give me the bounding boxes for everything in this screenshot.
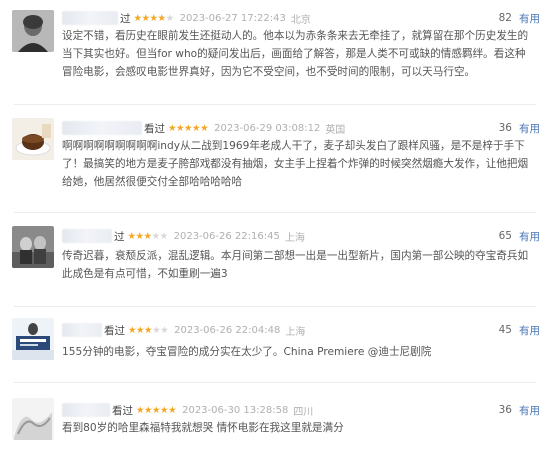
star-icon: ★ bbox=[165, 12, 175, 24]
review-header: 看过 ★★★★★ 2023-06-29 03:08:12 英国 36 有用 bbox=[62, 119, 540, 137]
star-icon: ★★ bbox=[152, 324, 169, 336]
location: 北京 bbox=[290, 14, 311, 26]
username[interactable] bbox=[62, 121, 142, 135]
watched-label: 看过 bbox=[112, 404, 133, 417]
rating-stars: ★★★★★ bbox=[127, 230, 169, 242]
username[interactable] bbox=[62, 323, 102, 337]
rating-stars: ★★★★★ bbox=[136, 404, 177, 416]
avatar[interactable] bbox=[12, 398, 54, 440]
review-header: 看过 ★★★★★ 2023-06-26 22:04:48 上海 45 有用 bbox=[62, 321, 540, 339]
avatar[interactable] bbox=[12, 318, 54, 360]
avatar[interactable] bbox=[12, 226, 54, 268]
timestamp: 2023-06-26 22:16:45 bbox=[173, 230, 280, 242]
rating-stars: ★★★★★ bbox=[133, 12, 175, 24]
timestamp: 2023-06-29 03:08:12 bbox=[214, 122, 321, 134]
review-content: 啊啊啊啊啊啊啊啊啊indy从二战到1969年老成人干了，麦子却头发白了跟样风骚，… bbox=[62, 140, 529, 188]
star-icon: ★★ bbox=[151, 230, 169, 242]
vote-count: 36 bbox=[498, 122, 512, 134]
star-icon: ★★★★ bbox=[133, 12, 167, 24]
location: 四川 bbox=[293, 406, 314, 418]
star-icon: ★★★★★ bbox=[168, 122, 209, 134]
review-content: 155分钟的电影，夺宝冒险的成分实在太少了。China Premiere @迪士… bbox=[62, 346, 432, 358]
star-icon: ★★★★★ bbox=[136, 404, 177, 416]
review-header: 过 ★★★★★ 2023-06-26 22:16:45 上海 65 有用 bbox=[62, 227, 540, 245]
rating-stars: ★★★★★ bbox=[128, 324, 169, 336]
avatar[interactable] bbox=[12, 10, 54, 52]
location: 上海 bbox=[285, 326, 306, 338]
watched-label: 过 bbox=[120, 12, 131, 25]
divider bbox=[14, 306, 536, 307]
star-icon: ★★★ bbox=[127, 230, 153, 242]
vote-count: 65 bbox=[498, 230, 512, 242]
location: 上海 bbox=[284, 232, 305, 244]
username[interactable] bbox=[62, 229, 112, 243]
username[interactable] bbox=[62, 403, 110, 417]
divider bbox=[14, 382, 536, 383]
rating-stars: ★★★★★ bbox=[168, 122, 209, 134]
vote-count: 82 bbox=[498, 12, 512, 24]
vote-count: 45 bbox=[498, 324, 512, 336]
useful-button[interactable]: 有用 bbox=[519, 403, 540, 418]
vote-count: 36 bbox=[498, 404, 512, 416]
watched-label: 看过 bbox=[144, 122, 165, 135]
timestamp: 2023-06-27 17:22:43 bbox=[179, 12, 286, 24]
review-header: 过 ★★★★★ 2023-06-27 17:22:43 北京 82 有用 bbox=[62, 9, 540, 27]
timestamp: 2023-06-30 13:28:58 bbox=[182, 404, 289, 416]
location: 英国 bbox=[325, 124, 346, 136]
avatar[interactable] bbox=[12, 118, 54, 160]
watched-label: 看过 bbox=[104, 324, 125, 337]
review-content: 看到80岁的哈里森福特我就想哭 情怀电影在我这里就是满分 bbox=[62, 422, 344, 434]
username[interactable] bbox=[62, 11, 118, 25]
review-header: 看过 ★★★★★ 2023-06-30 13:28:58 四川 36 有用 bbox=[62, 401, 540, 419]
review-content: 设定不错，看历史在眼前发生还挺动人的。他本以为赤条条来去无牵挂了，就算留在那个历… bbox=[62, 30, 529, 78]
useful-button[interactable]: 有用 bbox=[519, 229, 540, 244]
useful-button[interactable]: 有用 bbox=[519, 121, 540, 136]
watched-label: 过 bbox=[114, 230, 125, 243]
useful-button[interactable]: 有用 bbox=[519, 323, 540, 338]
star-icon: ★★★ bbox=[128, 324, 153, 336]
divider bbox=[14, 212, 536, 213]
useful-button[interactable]: 有用 bbox=[519, 11, 540, 26]
divider bbox=[14, 104, 536, 105]
timestamp: 2023-06-26 22:04:48 bbox=[174, 324, 281, 336]
review-content: 传奇迟暮，衰颓反派，混乱逻辑。本月间第二部想一出是一出型新片，国内第一部公映的夺… bbox=[62, 250, 529, 280]
